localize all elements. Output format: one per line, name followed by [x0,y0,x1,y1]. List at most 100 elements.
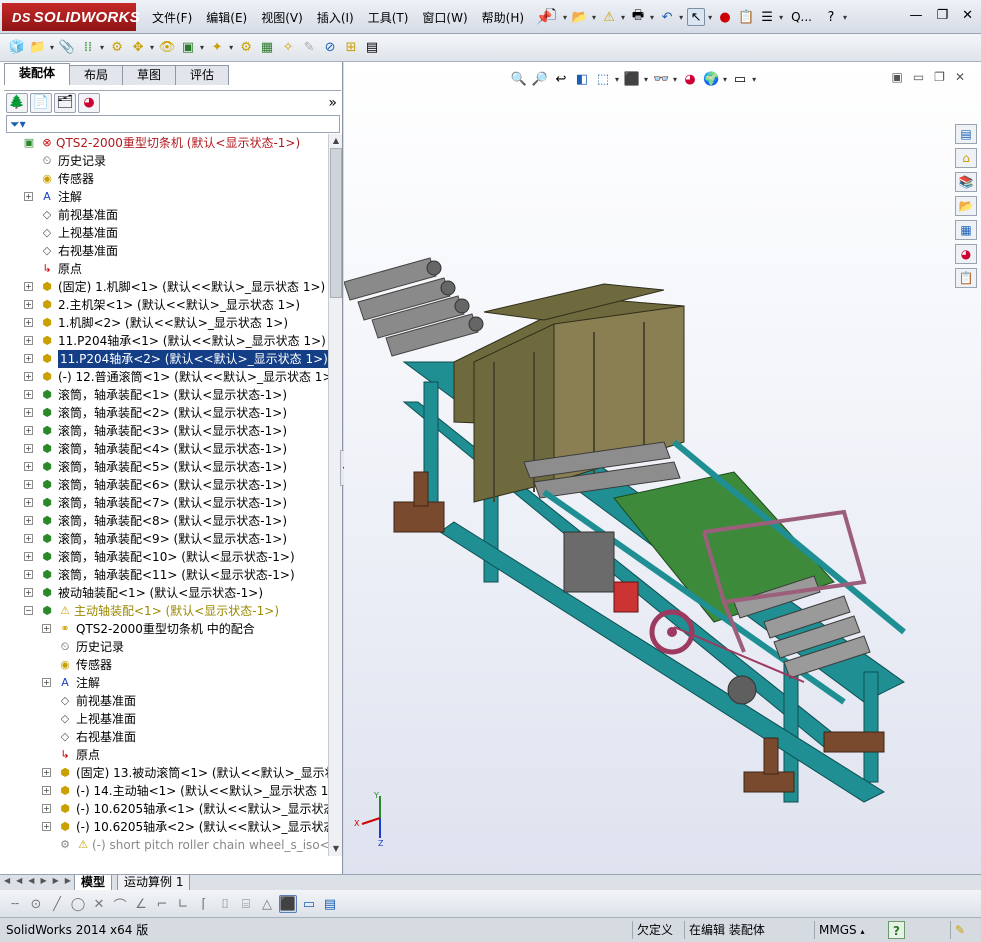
options-icon[interactable]: ☰ [758,8,776,26]
dimension-icon[interactable]: ⌷ [216,895,234,913]
reference-geometry-icon[interactable]: ✦ [208,38,226,56]
tree-row[interactable]: + ⬢ (-) 12.普通滚筒<1> (默认<<默认>_显示状态 1>) [0,368,328,386]
tree-row[interactable]: ↳ 原点 [0,746,328,764]
tree-row[interactable]: ◇ 上视基准面 [0,224,328,242]
expand-icon[interactable]: + [24,282,33,291]
section-view-icon[interactable]: ◧ [573,70,591,88]
tree-row[interactable]: − ⬢ ⚠ 主动轴装配<1> (默认<显示状态-1>) [0,602,328,620]
view-orientation-icon[interactable]: ⬚ [594,70,612,88]
tree-row[interactable]: + ⬢ (固定) 1.机脚<1> (默认<<默认>_显示状态 1>) [0,278,328,296]
search-commands[interactable]: Q... [791,10,812,24]
relation-icon[interactable]: ∟ [174,895,192,913]
display-style-icon[interactable]: ⬛ [623,70,641,88]
expand-icon[interactable]: + [42,786,51,795]
expand-icon[interactable]: + [24,480,33,489]
expand-icon[interactable]: + [24,534,33,543]
tab-nav-arrows[interactable]: ◀◀◀▶▶▶ [4,876,77,885]
tree-row[interactable]: ⏲ 历史记录 [0,638,328,656]
dash-icon[interactable]: ╌ [6,895,24,913]
angle-icon[interactable]: ∠ [132,895,150,913]
tree-row[interactable]: + ⬢ 1.机脚<2> (默认<<默认>_显示状态 1>) [0,314,328,332]
tree-row[interactable]: + ⬢ 11.P204轴承<2> (默认<<默认>_显示状态 1>) [0,350,328,368]
single-view-icon[interactable]: ▭ [300,895,318,913]
show-hidden-components-icon[interactable]: 👁 [158,38,176,56]
apply-scene-icon[interactable]: 🌍 [702,70,720,88]
move-component-icon[interactable]: ✥ [129,38,147,56]
vp-restore-icon[interactable]: ❐ [934,70,945,84]
tree-row[interactable]: ◉ 传感器 [0,170,328,188]
tree-row[interactable]: + ⬢ 滚筒，轴承装配<1> (默认<显示状态-1>) [0,386,328,404]
mirror-icon[interactable]: △ [258,895,276,913]
mate-icon[interactable]: 📎 [58,38,76,56]
tree-row[interactable]: ▣ ⊗ QTS2-2000重型切条机 (默认<显示状态-1>) [0,134,328,152]
expand-icon[interactable]: + [42,822,51,831]
tab-evaluate[interactable]: 评估 [175,65,230,85]
expand-icon[interactable]: + [24,408,33,417]
expand-icon[interactable]: + [42,768,51,777]
scroll-down-arrow-icon[interactable]: ▼ [329,842,343,856]
warning-icon[interactable]: ⚠ [600,8,618,26]
arc-icon[interactable]: ⌒ [111,895,129,914]
tree-row[interactable]: + ⬢ (-) 10.6205轴承<2> (默认<<默认>_显示状态 1>) [0,818,328,836]
expand-icon[interactable]: + [24,444,33,453]
two-view-icon[interactable]: ▤ [321,895,339,913]
tree-row[interactable]: + ⬢ (固定) 13.被动滚筒<1> (默认<<默认>_显示状态 1>) [0,764,328,782]
tree-row[interactable]: + ⬢ 滚筒，轴承装配<8> (默认<显示状态-1>) [0,512,328,530]
interference-detection-icon[interactable]: ⊘ [321,38,339,56]
smart-fasteners-icon[interactable]: ⚙ [108,38,126,56]
expand-icon[interactable]: + [24,498,33,507]
tab-layout[interactable]: 布局 [69,65,124,85]
expand-icon[interactable]: + [24,462,33,471]
expand-icon[interactable]: + [24,354,33,363]
print-icon[interactable]: 🖶 [629,8,647,26]
menu-insert[interactable]: 插入(I) [310,9,361,27]
undo-icon[interactable]: ↶ [658,8,676,26]
configuration-manager-icon[interactable]: 🗂 [54,92,76,113]
tree-row[interactable]: ◇ 上视基准面 [0,710,328,728]
tree-row[interactable]: + ⬢ (-) 10.6205轴承<1> (默认<<默认>_显示状态 1>) [0,800,328,818]
explode-line-sketch-icon[interactable]: ✎ [300,38,318,56]
units-selector[interactable]: MMGS ▴ [814,921,884,939]
graphics-area[interactable]: 🔍 🔎 ↩ ◧ ⬚ ▾ ⬛ ▾ 👓 ▾ ◕ 🌍 ▾ ▭ ▾ ▣ ▭ ❐ ✕ ▤ ⌂ 📚 📂… [344,62,981,874]
tree-row[interactable]: + ⬢ 2.主机架<1> (默认<<默认>_显示状态 1>) [0,296,328,314]
tab-assembly[interactable]: 装配体 [4,63,71,85]
circle-icon[interactable]: ◯ [69,895,87,913]
tree-row[interactable]: + ⬢ 滚筒，轴承装配<6> (默认<显示状态-1>) [0,476,328,494]
solidworks-logo[interactable]: DS SOLIDWORKS [2,3,140,31]
tree-row[interactable]: ↳ 原点 [0,260,328,278]
tree-row[interactable]: + ⬢ 滚筒，轴承装配<10> (默认<显示状态-1>) [0,548,328,566]
select-cursor-icon[interactable]: ↖ [687,8,706,26]
expand-icon[interactable]: + [24,372,33,381]
scroll-up-arrow-icon[interactable]: ▲ [329,134,343,148]
view-settings-icon[interactable]: ▭ [731,70,749,88]
tree-row[interactable]: ◇ 前视基准面 [0,206,328,224]
vp-minimize-icon[interactable]: ▭ [913,70,924,84]
bill-of-materials-icon[interactable]: ▦ [258,38,276,56]
filter-icon[interactable]: ⏷▾ [10,117,26,131]
custom-properties-icon[interactable]: 📋 [955,268,977,288]
menu-file[interactable]: 文件(F) [145,9,199,27]
tree-row[interactable]: ◉ 传感器 [0,656,328,674]
tree-row[interactable]: ⚙ ⚠ (-) short pitch roller chain wheel_s_i… [0,836,328,854]
tree-row[interactable]: + ⬢ (-) 14.主动轴<1> (默认<<默认>_显示状态 1>) [0,782,328,800]
display-manager-icon[interactable]: ◕ [78,92,100,113]
tab-motion-study[interactable]: 运动算例 1 [117,875,191,891]
tree-row[interactable]: + ⬢ 被动轴装配<1> (默认<显示状态-1>) [0,584,328,602]
clearance-verification-icon[interactable]: ⊞ [342,38,360,56]
home-icon[interactable]: ⌂ [955,148,977,168]
linear-pattern-icon[interactable]: ⁞⁞ [79,38,97,56]
menu-window[interactable]: 窗口(W) [415,9,474,27]
tree-row[interactable]: + ⬢ 滚筒，轴承装配<11> (默认<显示状态-1>) [0,566,328,584]
minimize-icon[interactable]: — [909,8,922,23]
tree-row[interactable]: + ⬢ 滚筒，轴承装配<2> (默认<显示状态-1>) [0,404,328,422]
shaded-view-icon[interactable]: ⬛ [279,895,297,913]
instant3d-icon[interactable]: ▤ [363,38,381,56]
split-view-icon[interactable]: ▣ [891,70,902,84]
open-folder-icon[interactable]: 📂 [571,8,589,26]
property-manager-icon[interactable]: 📄 [30,92,52,113]
feature-manager-tree-icon[interactable]: 🌲 [6,92,28,113]
expand-more-icon[interactable]: » [328,95,337,111]
expand-icon[interactable]: + [24,588,33,597]
fillet-icon[interactable]: ⌐ [153,895,171,913]
expand-icon[interactable]: + [24,516,33,525]
